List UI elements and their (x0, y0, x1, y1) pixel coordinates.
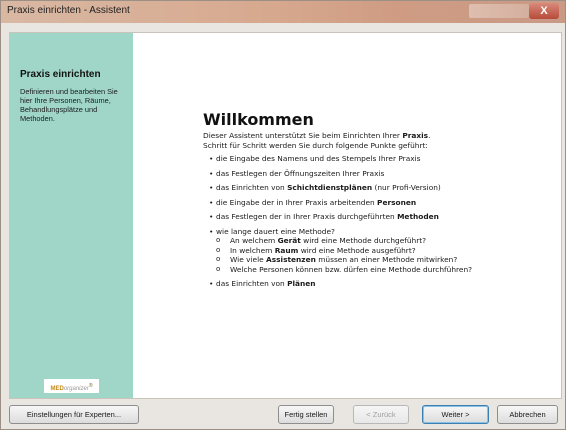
medorganizer-logo: MEDorganizer® (44, 379, 99, 393)
intro-post: . (428, 131, 431, 140)
bullet-icon: • (209, 226, 214, 236)
expert-settings-button[interactable]: Einstellungen für Experten... (9, 405, 139, 424)
cancel-button[interactable]: Abbrechen (497, 405, 558, 424)
close-button[interactable]: X (529, 3, 559, 19)
item-pre: die Eingabe der in Ihrer Praxis arbeiten… (216, 197, 378, 207)
sidebar-heading: Praxis einrichten (20, 69, 101, 80)
item-bold: Personen (377, 197, 417, 207)
circle-bullet-icon: o (216, 236, 221, 244)
sub-pre: Welche Personen können bzw. dürfen eine … (230, 264, 473, 274)
item-bold: Methoden (397, 212, 439, 221)
item-pre: das Festlegen der in Ihrer Praxis durchg… (216, 212, 398, 221)
logo-mark: ® (88, 383, 93, 389)
item-bold: Plänen (287, 279, 316, 288)
sub-post: wird eine Methode durchgeführt? (300, 236, 427, 245)
intro-text: Dieser Assistent unterstützt Sie beim Ei… (203, 131, 553, 150)
item-pre: das Festlegen der Öffnungszeiten Ihrer P… (216, 168, 385, 178)
item-bold: Schichtdienstplänen (287, 183, 373, 192)
wizard-content: Willkommen Dieser Assistent unterstützt … (203, 111, 553, 294)
next-button[interactable]: Weiter > (422, 405, 489, 424)
sub-pre: In welchem (230, 245, 275, 255)
intro-bold: Praxis (402, 131, 429, 140)
logo-brand: MED (50, 386, 64, 392)
bullet-icon: • (209, 279, 214, 288)
wizard-window: Praxis einrichten - Assistent X Praxis e… (0, 0, 566, 430)
sub-list-item: o Wie viele Assistenzen müssen an einer M… (216, 255, 553, 265)
window-title: Praxis einrichten - Assistent (7, 5, 130, 16)
sub-bold: Assistenzen (266, 255, 316, 264)
sub-list-item: o Welche Personen können bzw. dürfen eine… (216, 265, 553, 275)
list-item: • wie lange dauert eine Methode? o An welc… (209, 227, 553, 275)
list-item: • das Einrichten von Schichtdienstplänen … (209, 183, 553, 193)
circle-bullet-icon: o (216, 245, 221, 254)
item-pre: die Eingabe des Namens und des Stempels … (216, 154, 421, 163)
bullet-icon: • (209, 212, 214, 221)
bullet-icon: • (209, 183, 214, 192)
page-title: Willkommen (203, 110, 314, 129)
intro-line-2: Schritt für Schritt werden Sie durch fol… (203, 140, 428, 150)
sub-bold: Raum (274, 245, 299, 255)
sub-list: o An welchem Gerät wird eine Methode durc… (216, 236, 553, 274)
circle-bullet-icon: o (216, 255, 221, 263)
item-pre: wie lange dauert eine Methode? (216, 226, 335, 236)
title-bar[interactable]: Praxis einrichten - Assistent X (1, 1, 565, 23)
finish-button[interactable]: Fertig stellen (278, 405, 334, 424)
intro-pre: Dieser Assistent unterstützt Sie beim Ei… (203, 131, 403, 140)
list-item: • die Eingabe des Namens und des Stempels… (209, 154, 553, 164)
sub-list-item: o In welchem Raum wird eine Methode ausge… (216, 246, 553, 256)
list-item: • die Eingabe der in Ihrer Praxis arbeite… (209, 198, 553, 208)
bullet-icon: • (209, 154, 214, 163)
sub-post: wird eine Methode ausgeführt? (298, 245, 416, 255)
circle-bullet-icon: o (216, 264, 221, 273)
logo-name: organizer (63, 386, 89, 392)
sidebar-description: Definieren und bearbeiten Sie hier Ihre … (20, 87, 118, 123)
list-item: • das Festlegen der in Ihrer Praxis durch… (209, 212, 553, 222)
title-bar-reflection (469, 4, 529, 18)
wizard-client-area: Praxis einrichten Definieren und bearbei… (9, 32, 562, 399)
sub-post: müssen an einer Methode mitwirken? (315, 255, 458, 264)
sub-list-item: o An welchem Gerät wird eine Methode durc… (216, 236, 553, 246)
bullet-icon: • (209, 168, 214, 178)
back-button[interactable]: < Zurück (353, 405, 409, 424)
bullet-icon: • (209, 197, 214, 207)
wizard-sidebar: Praxis einrichten Definieren und bearbei… (10, 33, 133, 398)
item-pre: das Einrichten von (216, 183, 288, 192)
list-item: • das Festlegen der Öffnungszeiten Ihrer … (209, 169, 553, 179)
list-item: • das Einrichten von Plänen (209, 279, 553, 289)
feature-list: • die Eingabe des Namens und des Stempels… (209, 154, 553, 289)
intro-line-1: Dieser Assistent unterstützt Sie beim Ei… (203, 131, 553, 141)
item-pre: das Einrichten von (216, 279, 288, 288)
sub-pre: An welchem (230, 236, 278, 245)
sub-bold: Gerät (277, 236, 301, 245)
item-post: (nur Profi-Version) (372, 183, 441, 192)
sub-pre: Wie viele (230, 255, 267, 264)
